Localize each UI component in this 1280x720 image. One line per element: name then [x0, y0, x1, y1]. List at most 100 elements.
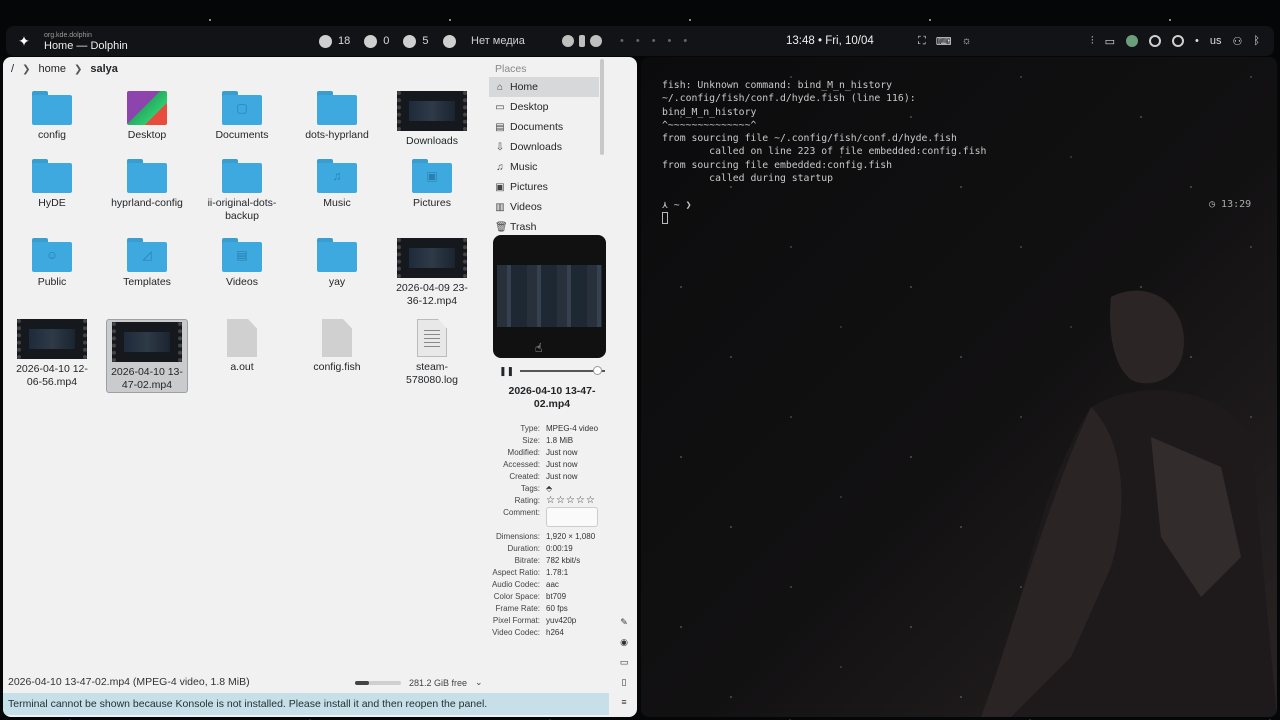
- seek-knob[interactable]: [593, 366, 603, 375]
- breadcrumb: / ❯ home ❯ salya: [3, 57, 489, 81]
- file-item[interactable]: Downloads: [391, 91, 473, 148]
- right-prompt-time: 13:29: [1221, 199, 1252, 210]
- places-item-label: Desktop: [510, 101, 549, 113]
- bluetooth-icon[interactable]: ᛒ: [1253, 35, 1260, 47]
- book-icon[interactable]: ▯: [617, 677, 631, 688]
- workspace-app-icons: [562, 35, 602, 47]
- property-key: Created:: [509, 472, 540, 481]
- places-item-documents[interactable]: ▤ Documents: [489, 117, 599, 137]
- property-value: 1.8 MiB: [546, 436, 574, 445]
- eye-icon[interactable]: ◉: [617, 637, 631, 648]
- comment-field[interactable]: [546, 507, 598, 527]
- folder-icon: [222, 159, 262, 193]
- places-item-videos[interactable]: ▥ Videos: [489, 197, 599, 217]
- app-icon[interactable]: [590, 35, 602, 47]
- trash-icon: 🗑: [495, 221, 508, 233]
- free-space-indicator[interactable]: 281.2 GiB free ⌄: [355, 677, 483, 688]
- menu-icon[interactable]: ≡: [617, 697, 631, 707]
- places-item-label: Home: [510, 81, 539, 93]
- discord-icon[interactable]: [1149, 35, 1162, 47]
- file-icon: [322, 319, 352, 357]
- sparkle-icon[interactable]: ✦: [10, 33, 38, 50]
- file-label: Public: [37, 276, 67, 288]
- file-item[interactable]: ▣ Pictures: [391, 159, 473, 210]
- file-label: 2026-04-10 13-47-02.mp4: [111, 366, 183, 391]
- app-tray-icon[interactable]: [1126, 35, 1139, 47]
- file-item[interactable]: steam-578080.log: [391, 319, 473, 387]
- places-scrollbar[interactable]: [600, 59, 604, 155]
- pause-icon[interactable]: ❚❚: [499, 366, 514, 377]
- cpu-value: 18: [338, 35, 351, 47]
- property-row: Tags: ⬘: [489, 483, 623, 495]
- property-key: Color Space:: [493, 592, 540, 601]
- places-item-home[interactable]: ⌂ Home: [489, 77, 599, 97]
- property-row: Duration: 0:00:19: [489, 543, 623, 555]
- breadcrumb-home[interactable]: home: [38, 63, 66, 75]
- keyboard-layout[interactable]: us: [1210, 35, 1222, 47]
- property-value: aac: [546, 580, 559, 589]
- terminal-line: ~/.config/fish/conf.d/hyde.fish (line 11…: [662, 93, 916, 105]
- window-title-label: Home — Dolphin: [44, 40, 128, 52]
- file-item[interactable]: hyprland-config: [106, 159, 188, 210]
- breadcrumb-root[interactable]: /: [11, 63, 14, 75]
- terminal-window[interactable]: fish: Unknown command: bind_M_n_history ~…: [641, 57, 1277, 717]
- file-item[interactable]: 2026-04-10 12-06-56.mp4: [11, 319, 93, 389]
- app-icon[interactable]: [562, 35, 574, 47]
- keyboard-icon[interactable]: ⌨: [936, 35, 952, 48]
- file-item[interactable]: a.out: [201, 319, 283, 374]
- file-item[interactable]: ▤ Videos: [201, 238, 283, 289]
- places-item-downloads[interactable]: ⇩ Downloads: [489, 137, 599, 157]
- file-item[interactable]: 2026-04-10 13-47-02.mp4: [106, 319, 188, 393]
- file-label: Templates: [123, 276, 171, 288]
- file-item[interactable]: HyDE: [11, 159, 93, 210]
- video-preview[interactable]: ☝: [493, 235, 606, 358]
- file-label: 2026-04-10 12-06-56.mp4: [16, 363, 88, 388]
- terminal-icon[interactable]: [579, 35, 585, 47]
- network-icon[interactable]: ⚇: [1233, 35, 1243, 48]
- steam-icon[interactable]: [1172, 35, 1185, 47]
- file-item[interactable]: Desktop: [106, 91, 188, 142]
- property-key: Type:: [520, 424, 540, 433]
- screenshot-icon[interactable]: ⛶: [918, 35, 926, 48]
- terminal-line: from sourcing file embedded:config.fish: [662, 159, 893, 171]
- seek-slider[interactable]: [520, 366, 605, 375]
- edit-icon[interactable]: ✎: [617, 617, 631, 628]
- file-item[interactable]: ♫ Music: [296, 159, 378, 210]
- property-row: Audio Codec: aac: [489, 579, 623, 591]
- rating-stars[interactable]: ☆☆☆☆☆: [546, 495, 596, 507]
- places-item-trash[interactable]: 🗑 Trash: [489, 217, 599, 237]
- folder-icon: ▤: [222, 238, 262, 272]
- folder-open-icon[interactable]: ▭: [617, 657, 631, 668]
- folder-icon: [317, 91, 357, 125]
- pictures-icon: ▣: [495, 181, 505, 193]
- folder-icon: [32, 91, 72, 125]
- clock[interactable]: 13:48 • Fri, 10/04: [786, 35, 874, 47]
- file-label: HyDE: [38, 197, 66, 209]
- breadcrumb-current[interactable]: salya: [90, 63, 118, 75]
- terminal-output: fish: Unknown command: bind_M_n_history ~…: [662, 79, 986, 225]
- places-item-desktop[interactable]: ▭ Desktop: [489, 97, 599, 117]
- file-item[interactable]: 2026-04-09 23-36-12.mp4: [391, 238, 473, 308]
- file-item[interactable]: config: [11, 91, 93, 142]
- folder-icon: ▣: [412, 159, 452, 193]
- file-item[interactable]: dots-hyprland: [296, 91, 378, 142]
- file-item[interactable]: ◿ Templates: [106, 238, 188, 289]
- media-status[interactable]: Нет медиа: [471, 35, 525, 47]
- file-item[interactable]: ▢ Documents: [201, 91, 283, 142]
- videos-icon: ▥: [495, 201, 505, 213]
- equalizer-icon[interactable]: ⫶: [1091, 35, 1094, 48]
- file-item[interactable]: ii-original-dots-backup: [201, 159, 283, 223]
- places-item-music[interactable]: ♫ Music: [489, 157, 599, 177]
- file-item[interactable]: config.fish: [296, 319, 378, 374]
- file-item[interactable]: yay: [296, 238, 378, 289]
- terminal-line: from sourcing file ~/.config/fish/conf.d…: [662, 133, 957, 145]
- workspace-dots[interactable]: •••••: [620, 35, 699, 47]
- tag-icon[interactable]: ⬘: [546, 483, 552, 495]
- brightness-icon[interactable]: ☼: [962, 35, 972, 48]
- chevron-down-icon[interactable]: ⌄: [475, 677, 483, 688]
- property-row: Bitrate: 782 kbit/s: [489, 555, 623, 567]
- file-item[interactable]: ☺ Public: [11, 238, 93, 289]
- places-item-pictures[interactable]: ▣ Pictures: [489, 177, 599, 197]
- display-icon[interactable]: ▭: [1105, 35, 1115, 48]
